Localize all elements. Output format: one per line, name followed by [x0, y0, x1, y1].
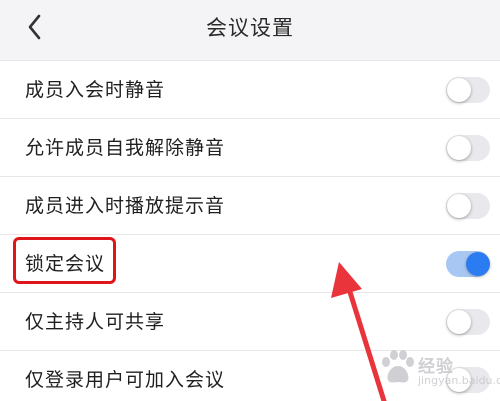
setting-label: 成员入会时静音	[25, 79, 166, 101]
setting-row-allow-self-unmute[interactable]: 允许成员自我解除静音	[0, 118, 500, 176]
setting-row-entry-chime[interactable]: 成员进入时播放提示音	[0, 176, 500, 234]
allow-self-unmute-toggle[interactable]	[446, 135, 490, 161]
setting-row-mute-on-entry[interactable]: 成员入会时静音	[0, 60, 500, 118]
setting-row-signed-in-only[interactable]: 仅登录用户可加入会议	[0, 350, 500, 401]
signed-in-only-toggle[interactable]	[446, 367, 490, 393]
setting-row-host-only-share[interactable]: 仅主持人可共享	[0, 292, 500, 350]
toggle-knob	[447, 78, 471, 102]
setting-label: 仅主持人可共享	[25, 311, 166, 333]
page-title: 会议设置	[206, 16, 294, 40]
setting-label: 成员进入时播放提示音	[25, 195, 226, 217]
lock-meeting-toggle[interactable]	[446, 251, 490, 277]
toggle-knob	[447, 136, 471, 160]
nav-header: 会议设置	[0, 0, 500, 60]
meeting-settings-screen: 会议设置 成员入会时静音 允许成员自我解除静音 成员进入时播放提示音 锁定会议 …	[0, 0, 500, 401]
setting-row-lock-meeting[interactable]: 锁定会议	[0, 234, 500, 292]
settings-list: 成员入会时静音 允许成员自我解除静音 成员进入时播放提示音 锁定会议 仅主持人可…	[0, 60, 500, 401]
toggle-knob	[447, 194, 471, 218]
entry-chime-toggle[interactable]	[446, 193, 490, 219]
toggle-knob	[447, 310, 471, 334]
setting-label: 仅登录用户可加入会议	[25, 369, 226, 391]
setting-label: 锁定会议	[25, 253, 106, 275]
mute-on-entry-toggle[interactable]	[446, 77, 490, 103]
toggle-knob	[466, 252, 490, 276]
setting-label: 允许成员自我解除静音	[25, 137, 226, 159]
host-only-share-toggle[interactable]	[446, 309, 490, 335]
toggle-knob	[447, 368, 471, 392]
